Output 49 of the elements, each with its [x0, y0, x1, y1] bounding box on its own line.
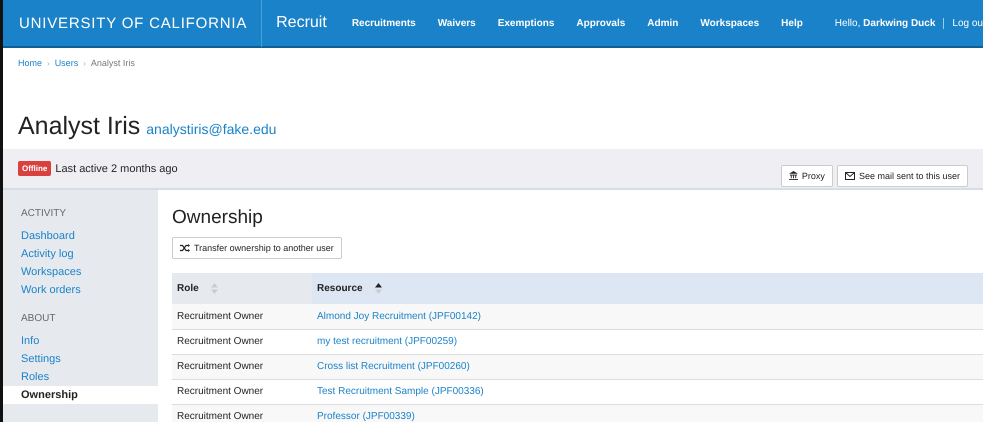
nav-link[interactable]: Recruitments — [352, 18, 416, 28]
table-cell: Recruitment Owner — [172, 304, 312, 329]
breadcrumb-item[interactable]: Home — [18, 58, 42, 68]
proxy-button[interactable]: Proxy — [780, 164, 833, 186]
resource-link[interactable]: my test recruitment (JPF00259) — [312, 329, 983, 354]
section-title: Ownership — [172, 207, 264, 229]
mail-button[interactable]: See mail sent to this user — [836, 164, 968, 186]
resource-link[interactable]: Almond Joy Recruitment (JPF00142) — [312, 304, 983, 329]
sidebar-item[interactable]: Roles — [3, 368, 158, 386]
sidebar-heading: ABOUT — [20, 313, 56, 326]
nav-link[interactable]: Waivers — [438, 18, 476, 28]
breadcrumb-item: Analyst Iris — [90, 58, 135, 68]
sidebar-heading: ACTIVITY — [20, 208, 68, 221]
breadcrumb-separator: › — [83, 58, 86, 68]
email-link[interactable]: analystiris@fake.edu — [146, 121, 276, 137]
last-active-text: Last active 2 months ago — [55, 162, 178, 174]
sidebar-item[interactable]: Activity log — [3, 245, 158, 263]
breadcrumb-item[interactable]: Users — [54, 58, 78, 68]
nav-link[interactable]: Approvals — [576, 18, 626, 28]
column-header[interactable]: Resource — [312, 273, 983, 304]
sidebar-item[interactable]: Dashboard — [3, 227, 158, 245]
table-cell: Recruitment Owner — [172, 379, 312, 404]
table-cell: Recruitment Owner — [172, 354, 312, 379]
sidebar-item[interactable]: Workspaces — [3, 263, 158, 281]
sidebar-item[interactable]: Settings — [3, 350, 158, 368]
user-name: Analyst Iris — [18, 112, 140, 141]
logout-link[interactable]: Log ou — [944, 18, 983, 28]
sidebar-item[interactable]: Ownership — [3, 386, 158, 404]
nav-link[interactable]: Admin — [647, 18, 678, 28]
app-name[interactable]: Recruit — [261, 0, 341, 47]
column-header[interactable]: Role — [172, 273, 312, 304]
table-cell: Recruitment Owner — [172, 404, 312, 422]
resource-link[interactable]: Professor (JPF00339) — [312, 404, 983, 422]
nav-link[interactable]: Workspaces — [700, 18, 760, 28]
sidebar-item[interactable]: Info — [3, 332, 158, 350]
user-greeting: Hello, Darkwing Duck — [834, 18, 944, 28]
sidebar-item[interactable]: Work orders — [3, 281, 158, 299]
mail-icon — [844, 172, 855, 180]
table-cell: Recruitment Owner — [172, 329, 312, 354]
transfer-button[interactable]: Transfer ownership to another user — [172, 237, 342, 259]
nav-link[interactable]: Help — [781, 18, 803, 28]
nav-link[interactable]: Exemptions — [498, 18, 554, 28]
resource-link[interactable]: Test Recruitment Sample (JPF00336) — [312, 379, 983, 404]
status-badge: Offline — [18, 161, 52, 176]
building-icon — [788, 171, 798, 180]
brand-name[interactable]: UNIVERSITY OF CALIFORNIA — [3, 14, 262, 32]
shuffle-icon — [180, 244, 190, 252]
breadcrumb-separator: › — [47, 58, 50, 68]
resource-link[interactable]: Cross list Recruitment (JPF00260) — [312, 354, 983, 379]
